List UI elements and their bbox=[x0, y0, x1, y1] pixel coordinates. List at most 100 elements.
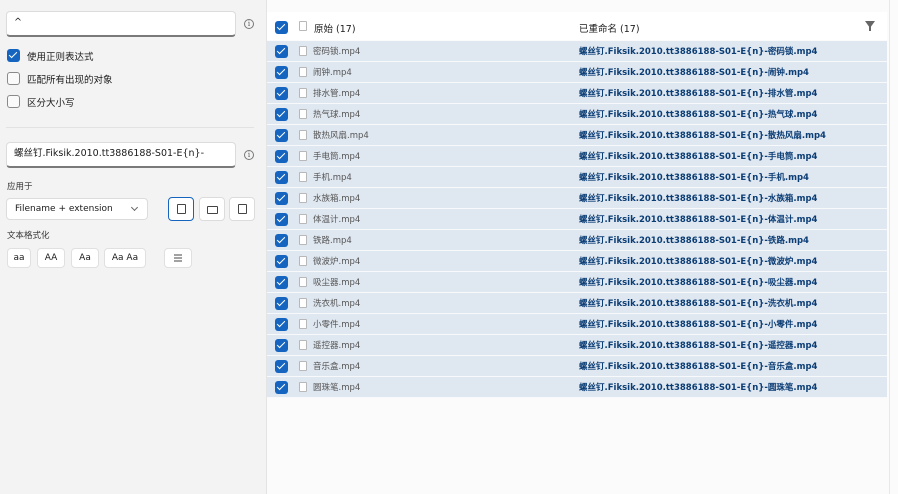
file-row[interactable]: 圆珠笔.mp4 螺丝钉.Fiksik.2010.tt3886188-S01-E{n… bbox=[267, 377, 887, 398]
original-filename: 体温计.mp4 bbox=[313, 215, 361, 225]
row-checkbox[interactable] bbox=[275, 339, 288, 352]
folder-icon-button[interactable] bbox=[199, 197, 225, 221]
options-panel: ^ i 使用正则表达式 匹配所有出现的对象 区分大小写 螺丝钉.Fiksik.2… bbox=[0, 0, 266, 494]
renamed-filename: 螺丝钉.Fiksik.2010.tt3886188-S01-E{n}-水族箱.m… bbox=[579, 194, 818, 204]
original-filename: 遥控器.mp4 bbox=[313, 341, 361, 351]
uppercase-button[interactable]: AA bbox=[37, 248, 65, 268]
original-column-header[interactable]: 原始 (17) bbox=[314, 21, 356, 35]
file-row[interactable]: 手电筒.mp4 螺丝钉.Fiksik.2010.tt3886188-S01-E{n… bbox=[267, 146, 887, 167]
file-icon bbox=[299, 88, 307, 98]
file-icon bbox=[299, 214, 307, 224]
file-row[interactable]: 排水管.mp4 螺丝钉.Fiksik.2010.tt3886188-S01-E{n… bbox=[267, 83, 887, 104]
original-filename: 微波炉.mp4 bbox=[313, 257, 361, 267]
row-checkbox[interactable] bbox=[275, 150, 288, 163]
replace-input[interactable]: 螺丝钉.Fiksik.2010.tt3886188-S01-E{n}- bbox=[6, 142, 236, 168]
file-icon bbox=[299, 67, 307, 77]
replace-info-icon[interactable]: i bbox=[244, 150, 254, 160]
file-icon-button[interactable] bbox=[168, 197, 194, 221]
case-sensitive-checkbox[interactable] bbox=[7, 95, 20, 108]
row-checkbox[interactable] bbox=[275, 66, 288, 79]
row-checkbox[interactable] bbox=[275, 255, 288, 268]
file-row[interactable]: 水族箱.mp4 螺丝钉.Fiksik.2010.tt3886188-S01-E{n… bbox=[267, 188, 887, 209]
row-checkbox[interactable] bbox=[275, 276, 288, 289]
original-filename: 洗衣机.mp4 bbox=[313, 299, 361, 309]
file-row[interactable]: 密码锁.mp4 螺丝钉.Fiksik.2010.tt3886188-S01-E{n… bbox=[267, 41, 887, 62]
option-label: 区分大小写 bbox=[27, 97, 75, 109]
renamed-filename: 螺丝钉.Fiksik.2010.tt3886188-S01-E{n}-微波炉.m… bbox=[579, 257, 818, 267]
option-case-sensitive[interactable]: 区分大小写 bbox=[7, 94, 75, 109]
search-input[interactable]: ^ bbox=[6, 11, 236, 37]
file-list: 密码锁.mp4 螺丝钉.Fiksik.2010.tt3886188-S01-E{n… bbox=[267, 41, 887, 398]
renamed-filename: 螺丝钉.Fiksik.2010.tt3886188-S01-E{n}-遥控器.m… bbox=[579, 341, 818, 351]
renamed-filename: 螺丝钉.Fiksik.2010.tt3886188-S01-E{n}-体温计.m… bbox=[579, 215, 818, 225]
file-row[interactable]: 手机.mp4 螺丝钉.Fiksik.2010.tt3886188-S01-E{n}… bbox=[267, 167, 887, 188]
file-row[interactable]: 吸尘器.mp4 螺丝钉.Fiksik.2010.tt3886188-S01-E{n… bbox=[267, 272, 887, 293]
row-checkbox[interactable] bbox=[275, 129, 288, 142]
option-label: 匹配所有出现的对象 bbox=[27, 74, 113, 86]
renamed-filename: 螺丝钉.Fiksik.2010.tt3886188-S01-E{n}-散热风扇.… bbox=[579, 131, 826, 141]
original-filename: 吸尘器.mp4 bbox=[313, 278, 361, 288]
match-all-checkbox[interactable] bbox=[7, 72, 20, 85]
regex-checkbox[interactable] bbox=[7, 49, 20, 62]
file-row[interactable]: 洗衣机.mp4 螺丝钉.Fiksik.2010.tt3886188-S01-E{n… bbox=[267, 293, 887, 314]
row-checkbox[interactable] bbox=[275, 381, 288, 394]
file-icon bbox=[299, 298, 307, 308]
row-checkbox[interactable] bbox=[275, 318, 288, 331]
apply-to-select[interactable]: Filename + extension bbox=[6, 198, 148, 220]
file-icon bbox=[299, 46, 307, 56]
file-copy-icon bbox=[238, 204, 247, 214]
file-row[interactable]: 遥控器.mp4 螺丝钉.Fiksik.2010.tt3886188-S01-E{n… bbox=[267, 335, 887, 356]
list-icon bbox=[174, 254, 182, 262]
renamed-filename: 螺丝钉.Fiksik.2010.tt3886188-S01-E{n}-热气球.m… bbox=[579, 110, 818, 120]
capitalize-button[interactable]: Aa bbox=[71, 248, 99, 268]
renamed-filename: 螺丝钉.Fiksik.2010.tt3886188-S01-E{n}-闹钟.mp… bbox=[579, 68, 809, 78]
file-row[interactable]: 散热风扇.mp4 螺丝钉.Fiksik.2010.tt3886188-S01-E{… bbox=[267, 125, 887, 146]
chevron-down-icon bbox=[130, 203, 139, 212]
file-row[interactable]: 体温计.mp4 螺丝钉.Fiksik.2010.tt3886188-S01-E{n… bbox=[267, 209, 887, 230]
divider bbox=[889, 0, 890, 494]
file-icon bbox=[299, 130, 307, 140]
list-format-button[interactable] bbox=[164, 248, 192, 268]
renamed-filename: 螺丝钉.Fiksik.2010.tt3886188-S01-E{n}-手电筒.m… bbox=[579, 152, 818, 162]
text-format-label: 文本格式化 bbox=[7, 231, 50, 241]
original-filename: 排水管.mp4 bbox=[313, 89, 361, 99]
file-row[interactable]: 闹钟.mp4 螺丝钉.Fiksik.2010.tt3886188-S01-E{n}… bbox=[267, 62, 887, 83]
file-icon bbox=[177, 204, 186, 214]
row-checkbox[interactable] bbox=[275, 360, 288, 373]
original-filename: 圆珠笔.mp4 bbox=[313, 383, 361, 393]
row-checkbox[interactable] bbox=[275, 213, 288, 226]
divider bbox=[6, 127, 254, 128]
file-copy-icon-button[interactable] bbox=[229, 197, 255, 221]
lowercase-button[interactable]: aa bbox=[7, 248, 31, 268]
row-checkbox[interactable] bbox=[275, 87, 288, 100]
row-checkbox[interactable] bbox=[275, 192, 288, 205]
row-checkbox[interactable] bbox=[275, 45, 288, 58]
row-checkbox[interactable] bbox=[275, 171, 288, 184]
file-row[interactable]: 小零件.mp4 螺丝钉.Fiksik.2010.tt3886188-S01-E{n… bbox=[267, 314, 887, 335]
renamed-filename: 螺丝钉.Fiksik.2010.tt3886188-S01-E{n}-密码锁.m… bbox=[579, 47, 818, 57]
file-icon bbox=[299, 109, 307, 119]
file-row[interactable]: 热气球.mp4 螺丝钉.Fiksik.2010.tt3886188-S01-E{n… bbox=[267, 104, 887, 125]
row-checkbox[interactable] bbox=[275, 234, 288, 247]
renamed-filename: 螺丝钉.Fiksik.2010.tt3886188-S01-E{n}-铁路.mp… bbox=[579, 236, 809, 246]
file-row[interactable]: 微波炉.mp4 螺丝钉.Fiksik.2010.tt3886188-S01-E{n… bbox=[267, 251, 887, 272]
option-match-all[interactable]: 匹配所有出现的对象 bbox=[7, 71, 113, 86]
select-all-checkbox[interactable] bbox=[275, 21, 288, 34]
row-checkbox[interactable] bbox=[275, 108, 288, 121]
original-filename: 音乐盒.mp4 bbox=[313, 362, 361, 372]
titlecase-button[interactable]: Aa Aa bbox=[104, 248, 146, 268]
renamed-column-header[interactable]: 已重命名 (17) bbox=[579, 21, 640, 35]
file-row[interactable]: 铁路.mp4 螺丝钉.Fiksik.2010.tt3886188-S01-E{n}… bbox=[267, 230, 887, 251]
row-checkbox[interactable] bbox=[275, 297, 288, 310]
option-use-regex[interactable]: 使用正则表达式 bbox=[7, 48, 94, 63]
file-row[interactable]: 音乐盒.mp4 螺丝钉.Fiksik.2010.tt3886188-S01-E{n… bbox=[267, 356, 887, 377]
renamed-filename: 螺丝钉.Fiksik.2010.tt3886188-S01-E{n}-音乐盒.m… bbox=[579, 362, 818, 372]
original-filename: 小零件.mp4 bbox=[313, 320, 361, 330]
file-icon bbox=[299, 361, 307, 371]
file-icon bbox=[299, 340, 307, 350]
search-info-icon[interactable]: i bbox=[244, 19, 254, 29]
file-icon bbox=[299, 382, 307, 392]
renamed-filename: 螺丝钉.Fiksik.2010.tt3886188-S01-E{n}-手机.mp… bbox=[579, 173, 809, 183]
filter-icon[interactable] bbox=[865, 21, 875, 31]
renamed-filename: 螺丝钉.Fiksik.2010.tt3886188-S01-E{n}-洗衣机.m… bbox=[579, 299, 818, 309]
